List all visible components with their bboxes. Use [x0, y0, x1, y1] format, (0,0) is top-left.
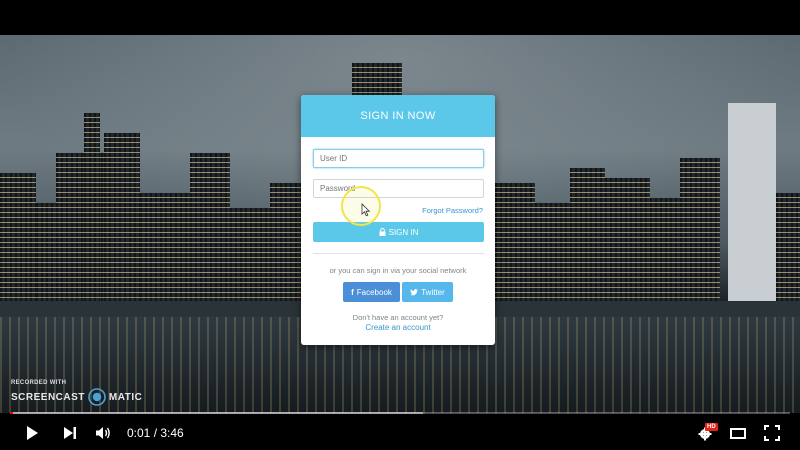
lock-icon	[379, 228, 386, 236]
skyline-building	[650, 198, 680, 303]
theater-mode-icon[interactable]	[730, 425, 746, 441]
skyline-building	[495, 183, 535, 303]
skyline-building	[728, 103, 776, 303]
next-icon[interactable]	[62, 425, 78, 441]
password-input[interactable]	[313, 179, 484, 198]
skyline-building	[680, 158, 720, 303]
screencast-matic-logo: SCREENCAST MATIC	[11, 388, 142, 406]
skyline-building	[230, 208, 270, 303]
skyline-building	[140, 193, 190, 303]
skyline-building	[605, 178, 650, 303]
twitter-button[interactable]: Twitter	[402, 282, 453, 302]
skyline-building	[84, 113, 100, 303]
volume-icon[interactable]	[95, 425, 111, 441]
brand-right: MATIC	[108, 391, 143, 403]
forgot-password-link[interactable]: Forgot Password?	[422, 206, 483, 215]
userid-input[interactable]	[313, 149, 484, 168]
skyline-building	[776, 193, 800, 303]
sign-in-label: SIGN IN	[388, 227, 419, 237]
skyline-building	[190, 153, 230, 303]
facebook-label: Facebook	[356, 287, 392, 297]
login-header: SIGN IN NOW	[301, 95, 495, 137]
skyline-building	[0, 173, 36, 303]
skyline-building	[104, 133, 140, 303]
hd-badge: HD	[705, 423, 718, 431]
skyline-building	[570, 168, 605, 303]
progress-buffered	[10, 412, 423, 414]
twitter-icon	[410, 288, 419, 295]
recorded-with-text: RECORDED WITH	[11, 380, 67, 386]
social-buttons: f Facebook Twitter	[301, 282, 495, 302]
skyline-building	[270, 183, 302, 303]
play-icon[interactable]	[24, 425, 40, 441]
mouse-cursor-icon	[361, 203, 371, 217]
divider	[313, 253, 484, 254]
player-controls: HD	[0, 415, 800, 450]
skyline-building	[36, 203, 58, 303]
twitter-label: Twitter	[421, 287, 445, 297]
time-display: 0:01 / 3:46	[127, 426, 184, 440]
fullscreen-icon[interactable]	[764, 425, 780, 441]
social-caption: or you can sign in via your social netwo…	[329, 266, 467, 275]
create-account-link[interactable]: Create an account	[301, 323, 495, 332]
sign-in-button[interactable]: SIGN IN	[313, 222, 484, 242]
progress-played	[10, 412, 13, 414]
screencast-logo-icon	[88, 388, 106, 406]
facebook-icon: f	[351, 287, 354, 297]
brand-left: SCREENCAST	[11, 391, 85, 403]
skyline-building	[535, 203, 570, 303]
no-account-text: Don't have an account yet?	[352, 313, 444, 322]
login-card: SIGN IN NOW Forgot Password? SIGN IN or …	[301, 95, 495, 345]
facebook-button[interactable]: f Facebook	[343, 282, 400, 302]
